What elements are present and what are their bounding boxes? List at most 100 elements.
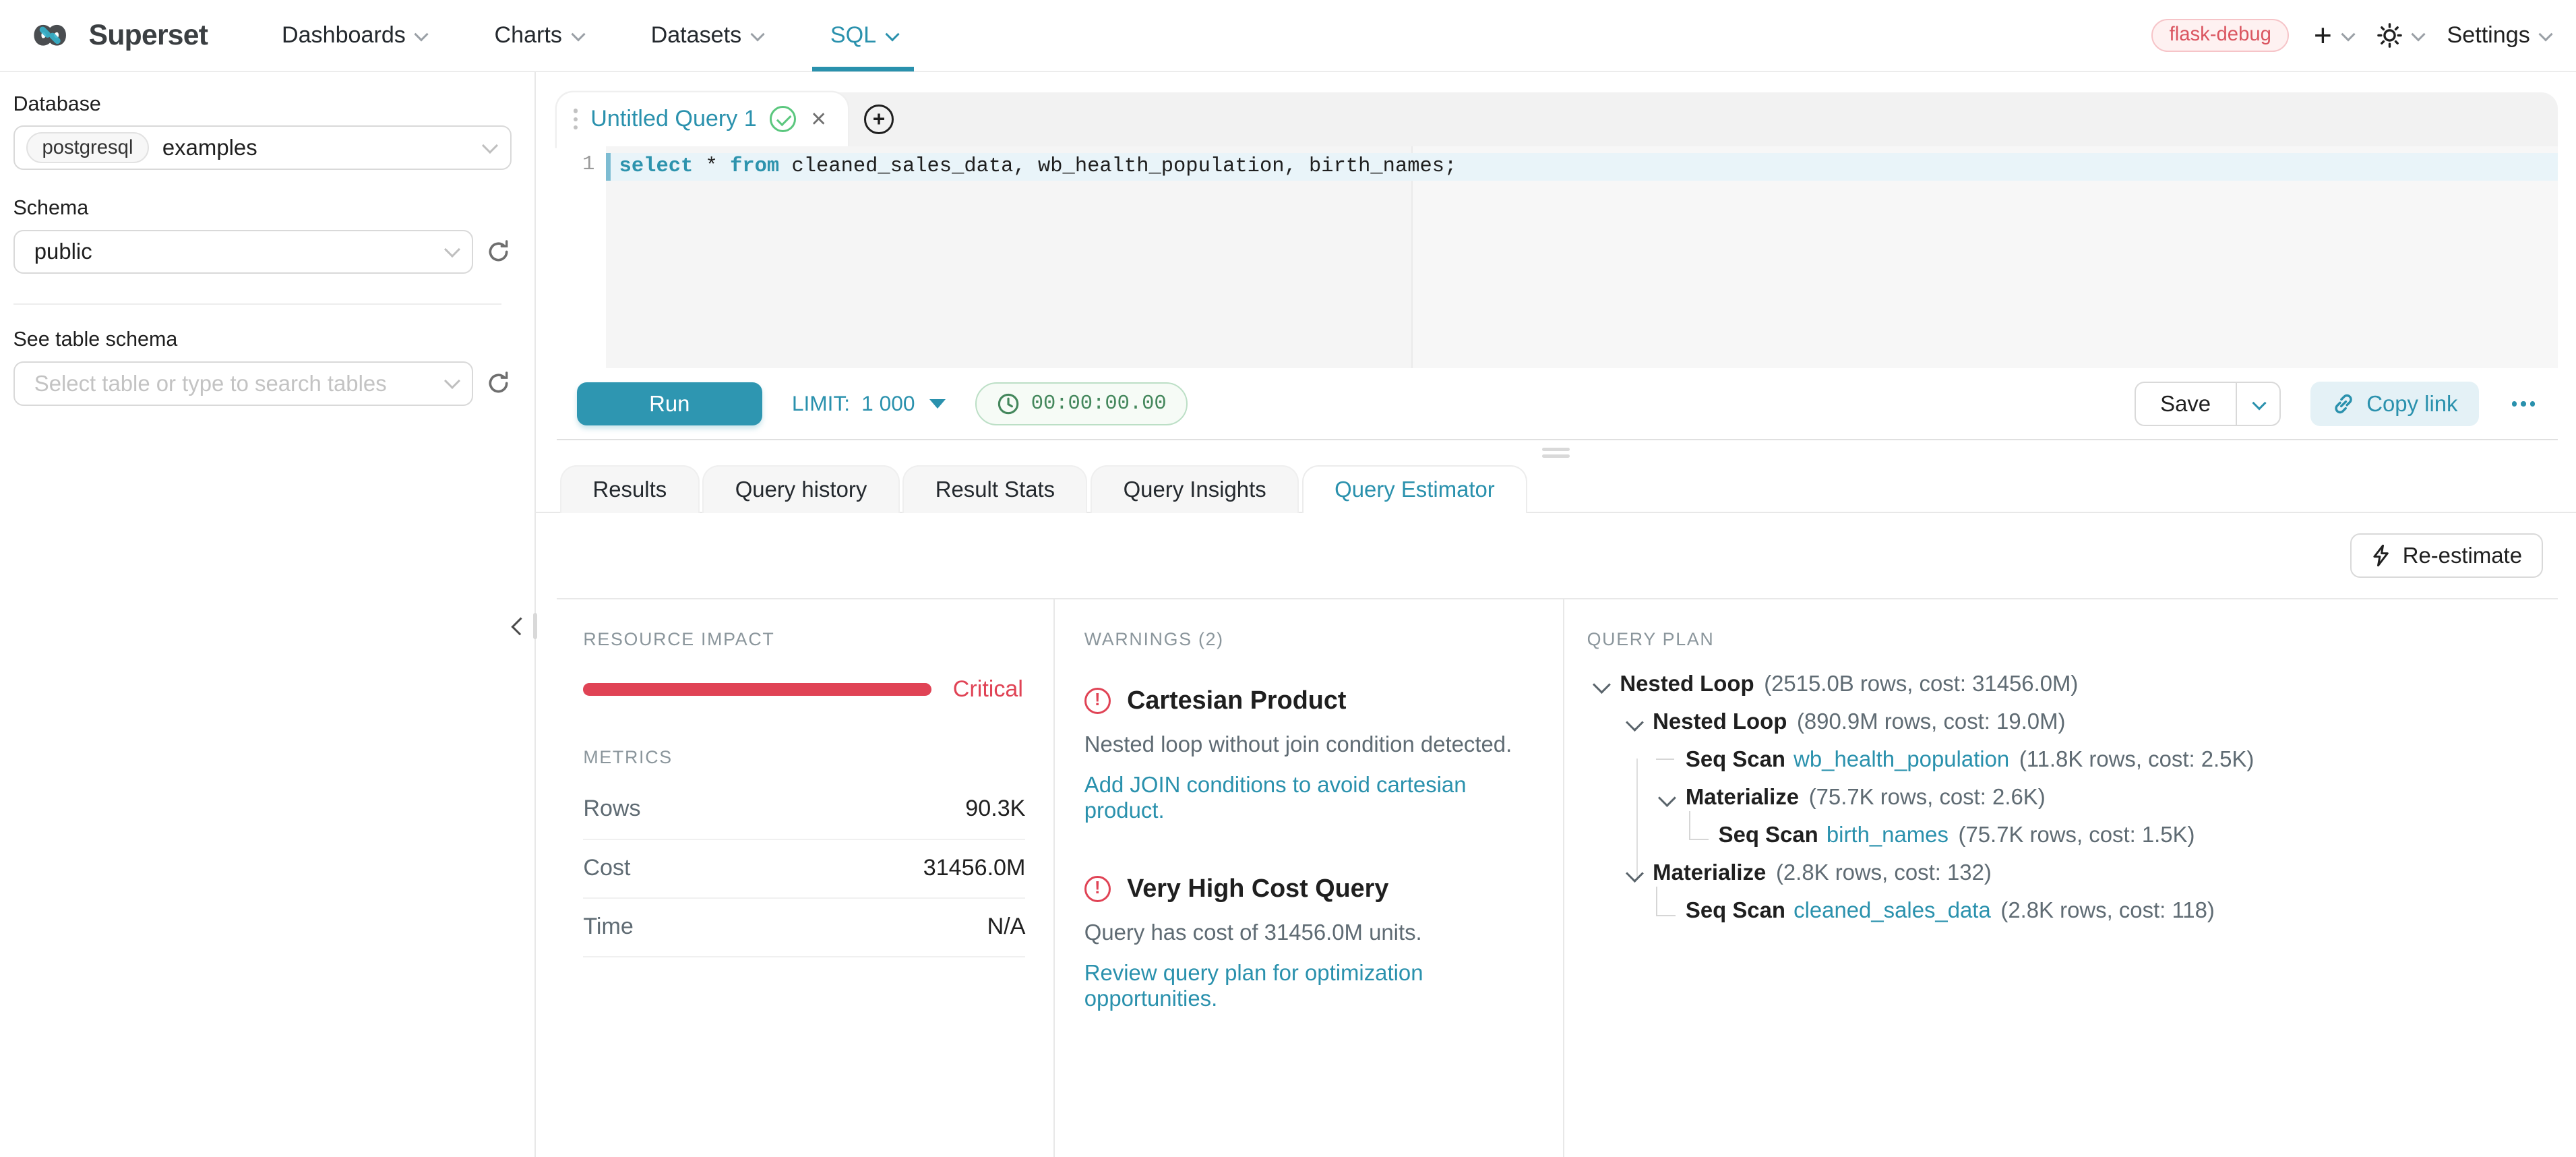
drag-handle-icon[interactable] (574, 109, 578, 129)
tree-elbow-connector (1653, 740, 1686, 778)
query-plan-node[interactable]: Nested Loop (890.9M rows, cost: 19.0M) (1587, 703, 2558, 740)
navbar: Superset Dashboards Charts Datasets SQL … (0, 0, 2576, 72)
warning-item: ! Cartesian Product Nested loop without … (1084, 686, 1533, 823)
limit-label: LIMIT: (792, 391, 850, 416)
line-number: 1 (582, 153, 594, 176)
tab-query-history[interactable]: Query history (702, 465, 899, 513)
warning-title: Very High Cost Query (1127, 874, 1388, 903)
database-value: examples (162, 135, 257, 160)
database-select[interactable]: postgresql examples (13, 125, 512, 170)
metric-value: 31456.0M (923, 855, 1026, 881)
brand-name: Superset (89, 19, 208, 52)
metric-label: Rows (583, 796, 640, 822)
schema-select[interactable]: public (13, 230, 474, 274)
query-plan-node[interactable]: Nested Loop (2515.0B rows, cost: 31456.0… (1587, 665, 2558, 703)
nav-item-datasets[interactable]: Datasets (616, 0, 795, 71)
navbar-right: flask-debug + Settings (2151, 19, 2550, 52)
limit-dropdown[interactable]: LIMIT: 1 000 (792, 391, 946, 416)
settings-menu[interactable]: Settings (2447, 22, 2550, 49)
editor-code-area[interactable]: select * from cleaned_sales_data, wb_hea… (606, 146, 2558, 369)
new-item-menu[interactable]: + (2314, 20, 2352, 51)
sql-active-line: select * from cleaned_sales_data, wb_hea… (606, 153, 2558, 181)
refresh-schemas-icon[interactable] (485, 239, 512, 265)
new-query-tab-button[interactable]: + (848, 92, 911, 146)
more-actions-button[interactable] (2509, 394, 2538, 413)
query-plan-node[interactable]: Materialize (75.7K rows, cost: 2.6K) (1587, 778, 2558, 816)
editor-gutter: 1 (557, 146, 606, 369)
chevron-down-icon (2341, 28, 2355, 42)
resource-impact-section: RESOURCE IMPACT Critical METRICS Rows 90… (557, 599, 1055, 1157)
sql-code-editor[interactable]: 1 select * from cleaned_sales_data, wb_h… (557, 146, 2558, 369)
query-plan-node[interactable]: Seq Scan birth_names (75.7K rows, cost: … (1587, 816, 2558, 854)
tab-query-insights[interactable]: Query Insights (1091, 465, 1299, 513)
metric-row: Rows 90.3K (583, 781, 1025, 839)
chevron-down-icon (2539, 28, 2553, 42)
settings-label: Settings (2447, 22, 2530, 49)
save-options-button[interactable] (2236, 383, 2280, 425)
tab-query-estimator[interactable]: Query Estimator (1302, 465, 1527, 513)
query-tab[interactable]: Untitled Query 1 × (557, 92, 847, 146)
sidebar-divider (13, 303, 501, 305)
results-panel: ResultsQuery historyResult StatsQuery In… (536, 465, 2576, 1157)
resource-impact-title: RESOURCE IMPACT (583, 629, 1025, 650)
table-select[interactable]: Select table or type to search tables (13, 361, 474, 406)
plan-node-name: Seq Scan (1686, 897, 1785, 923)
close-tab-icon[interactable]: × (809, 106, 828, 132)
plan-node-detail: (75.7K rows, cost: 2.6K) (1809, 784, 2046, 810)
plan-node-table-link[interactable]: birth_names (1827, 822, 1949, 848)
chevron-left-icon (512, 617, 529, 634)
collapse-grip (533, 613, 538, 639)
plan-node-table-link[interactable]: cleaned_sales_data (1793, 897, 1991, 923)
timer-value: 00:00:00.00 (1031, 392, 1167, 415)
copy-link-button[interactable]: Copy link (2310, 382, 2479, 426)
plan-node-detail: (2.8K rows, cost: 118) (2000, 897, 2214, 923)
pane-resize-handle[interactable] (536, 440, 2576, 465)
warning-suggestion-link[interactable]: Add JOIN conditions to avoid cartesian p… (1084, 772, 1533, 823)
plan-node-detail: (2.8K rows, cost: 132) (1776, 860, 1992, 885)
collapse-sidebar-button[interactable] (510, 608, 537, 645)
plan-node-table-link[interactable]: wb_health_population (1793, 746, 2009, 772)
query-plan-node[interactable]: Seq Scan cleaned_sales_data (2.8K rows, … (1587, 891, 2558, 929)
clock-icon (997, 392, 1020, 415)
chevron-down-icon (2412, 28, 2426, 42)
warning-description: Query has cost of 31456.0M units. (1084, 920, 1533, 945)
warning-suggestion-link[interactable]: Review query plan for optimization oppor… (1084, 960, 1533, 1011)
caret-down-icon (1653, 778, 1686, 816)
query-plan-node[interactable]: Materialize (2.8K rows, cost: 132) (1587, 854, 2558, 891)
tab-result-stats[interactable]: Result Stats (902, 465, 1087, 513)
lightning-icon (2371, 544, 2391, 567)
table-select-placeholder: Select table or type to search tables (21, 371, 386, 396)
chevron-down-icon (751, 28, 765, 42)
theme-menu[interactable] (2376, 22, 2422, 49)
superset-logo[interactable]: Superset (23, 16, 208, 55)
refresh-tables-icon[interactable] (485, 370, 512, 396)
caret-down-icon (1620, 854, 1653, 891)
query-plan-node[interactable]: Seq Scan wb_health_population (11.8K row… (1587, 740, 2558, 778)
plus-icon: + (2314, 20, 2332, 51)
nav-item-sql[interactable]: SQL (796, 0, 931, 71)
plan-node-name: Seq Scan (1686, 746, 1785, 772)
nav-item-charts[interactable]: Charts (460, 0, 616, 71)
query-plan-section: QUERY PLAN Nested Loop (2515.0B rows, co… (1564, 599, 2558, 1157)
nav-item-dashboards[interactable]: Dashboards (247, 0, 460, 71)
sql-keyword: from (730, 155, 779, 178)
warning-title: Cartesian Product (1127, 686, 1346, 715)
warnings-title: WARNINGS (2) (1084, 629, 1533, 650)
limit-value: 1 000 (861, 391, 915, 416)
save-button[interactable]: Save (2136, 383, 2236, 425)
environment-tag: flask-debug (2151, 19, 2289, 52)
editor-panel: Untitled Query 1 × + 1 select * from cle… (557, 92, 2558, 441)
query-plan-tree: Nested Loop (2515.0B rows, cost: 31456.0… (1587, 665, 2558, 929)
warning-item: ! Very High Cost Query Query has cost of… (1084, 874, 1533, 1011)
plan-node-detail: (75.7K rows, cost: 1.5K) (1959, 822, 2195, 848)
estimator-columns: RESOURCE IMPACT Critical METRICS Rows 90… (557, 598, 2558, 1157)
editor-toolbar: Run LIMIT: 1 000 00:00:00.00 (557, 368, 2558, 439)
query-timer: 00:00:00.00 (975, 382, 1188, 425)
plan-node-name: Materialize (1686, 784, 1799, 810)
plan-node-detail: (890.9M rows, cost: 19.0M) (1797, 709, 2065, 734)
tab-results[interactable]: Results (560, 465, 699, 513)
reestimate-button[interactable]: Re-estimate (2350, 533, 2543, 578)
chevron-down-icon (2252, 396, 2267, 410)
metric-row: Time N/A (583, 899, 1025, 957)
run-query-button[interactable]: Run (577, 382, 762, 425)
